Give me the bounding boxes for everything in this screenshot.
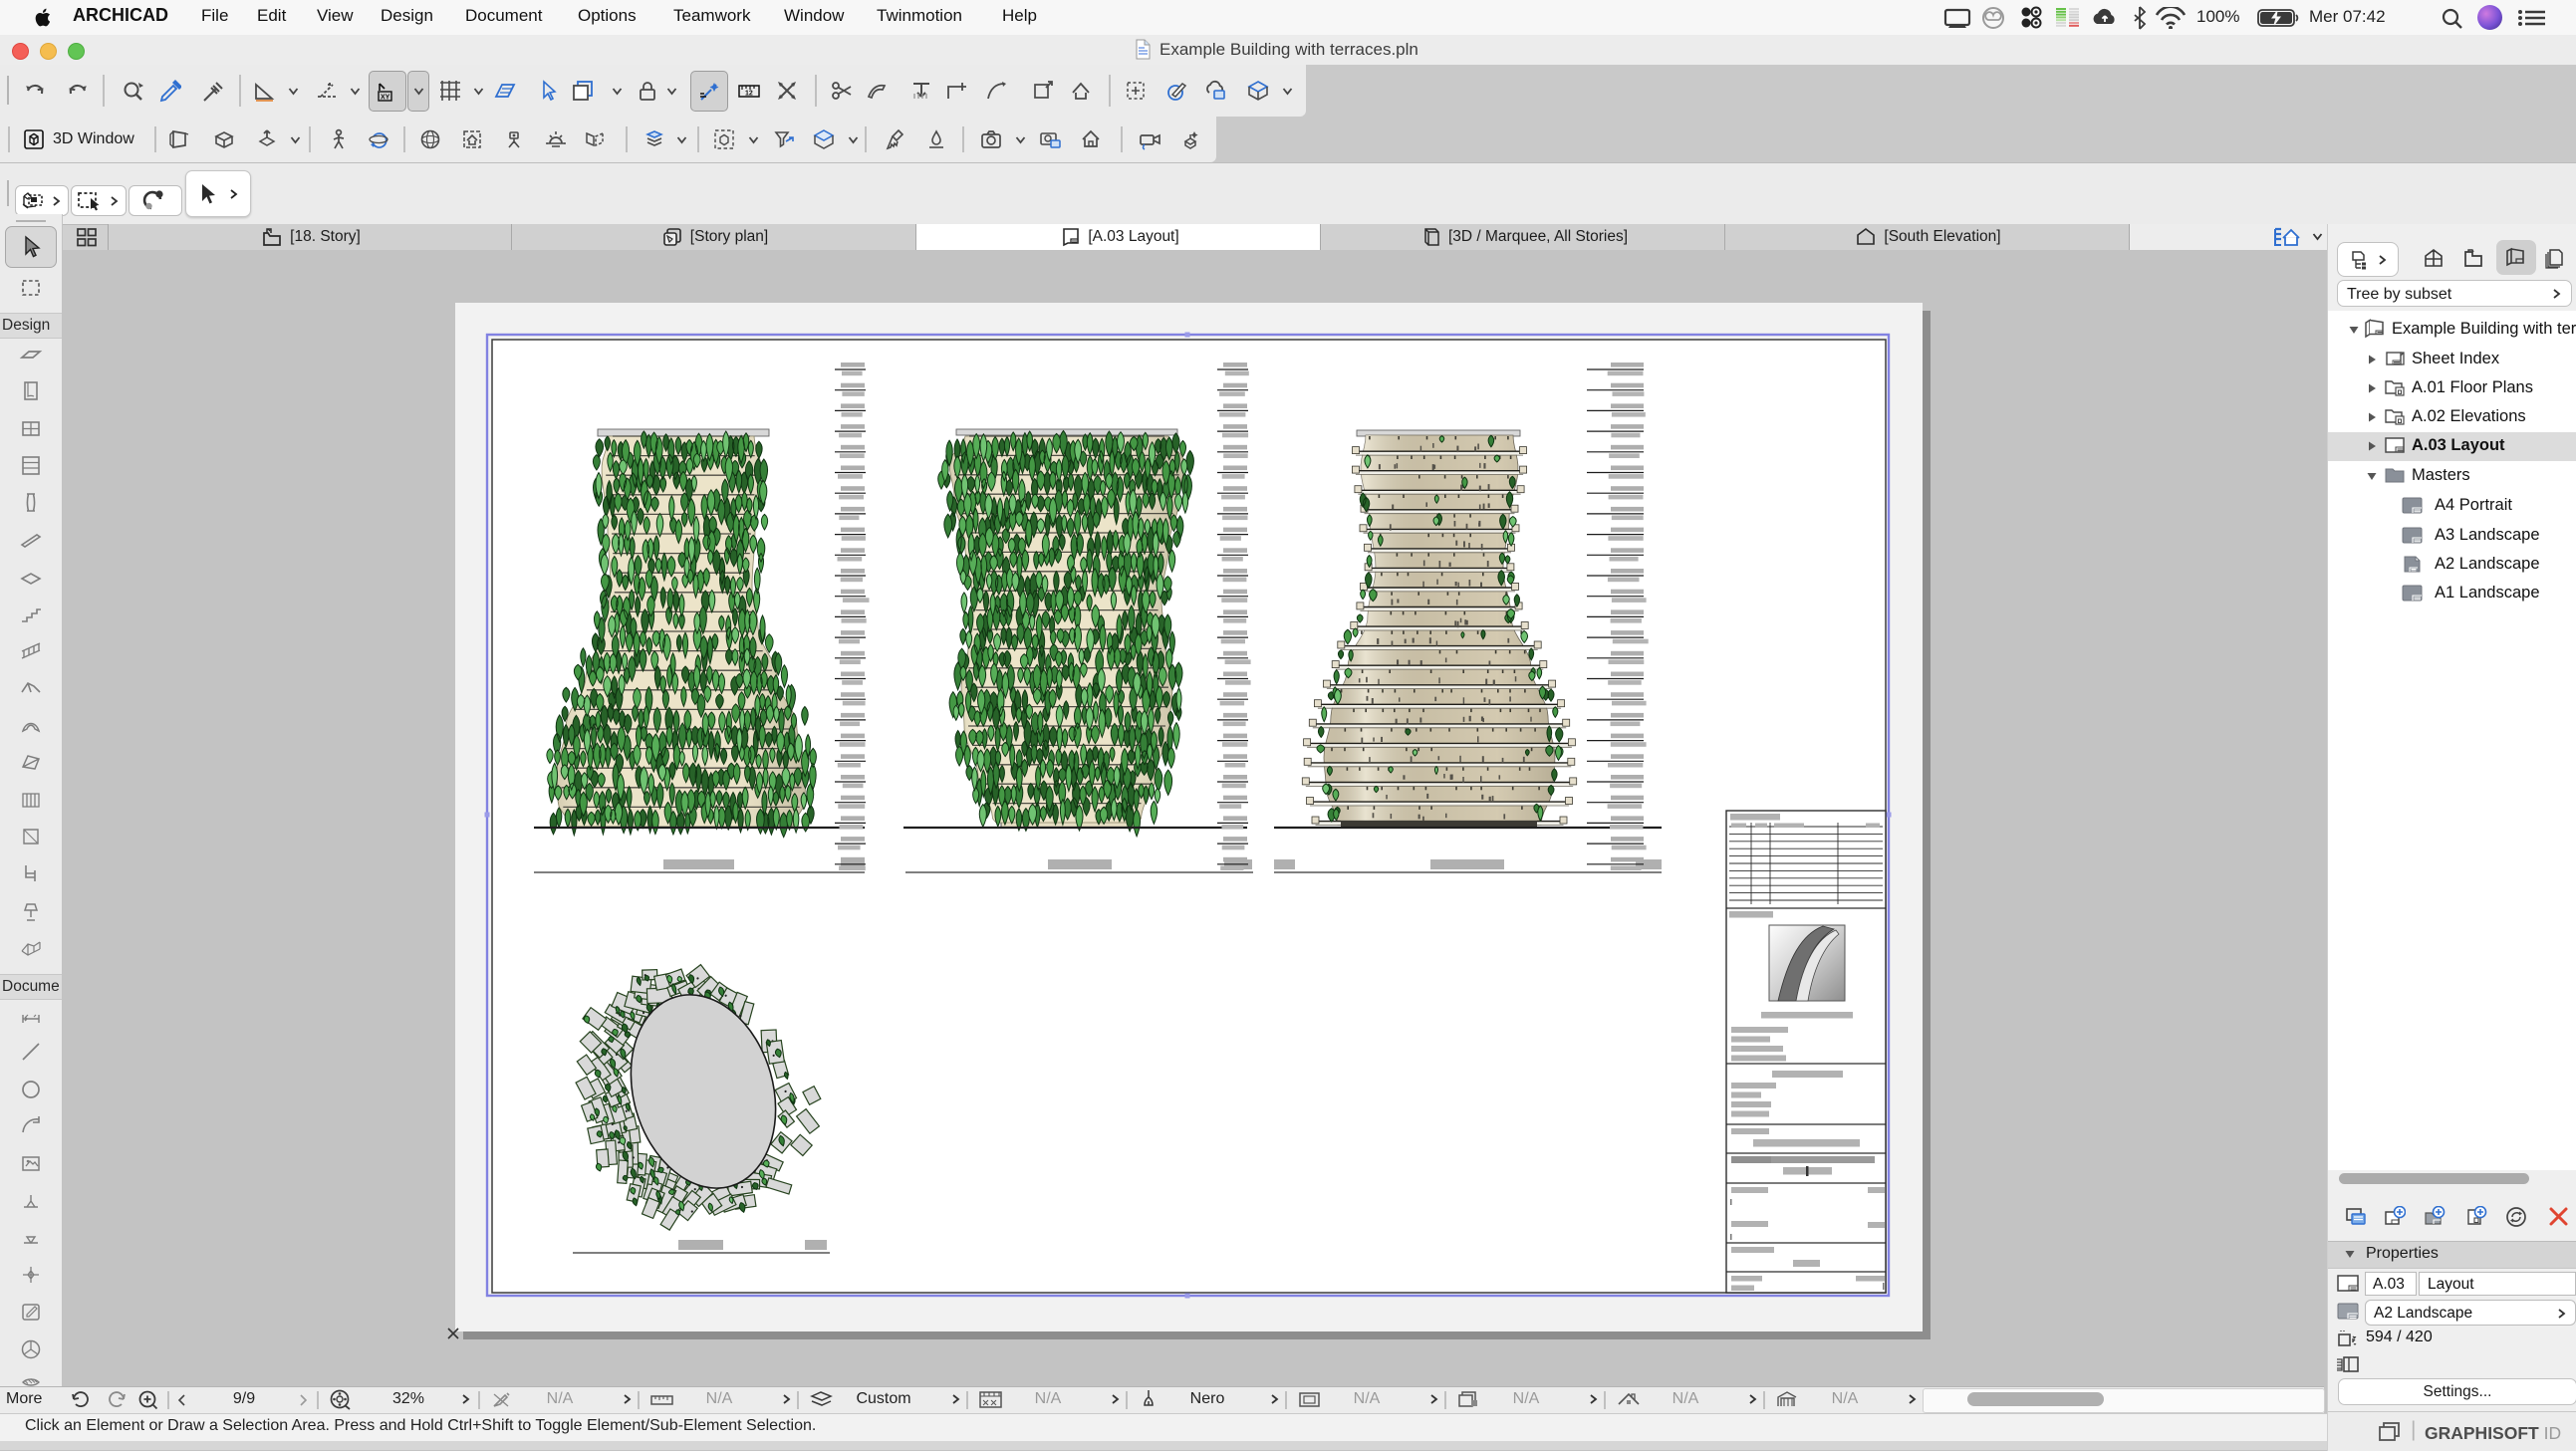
svg-text:12: 12 xyxy=(745,91,753,98)
svg-text:XY: XY xyxy=(381,94,390,101)
